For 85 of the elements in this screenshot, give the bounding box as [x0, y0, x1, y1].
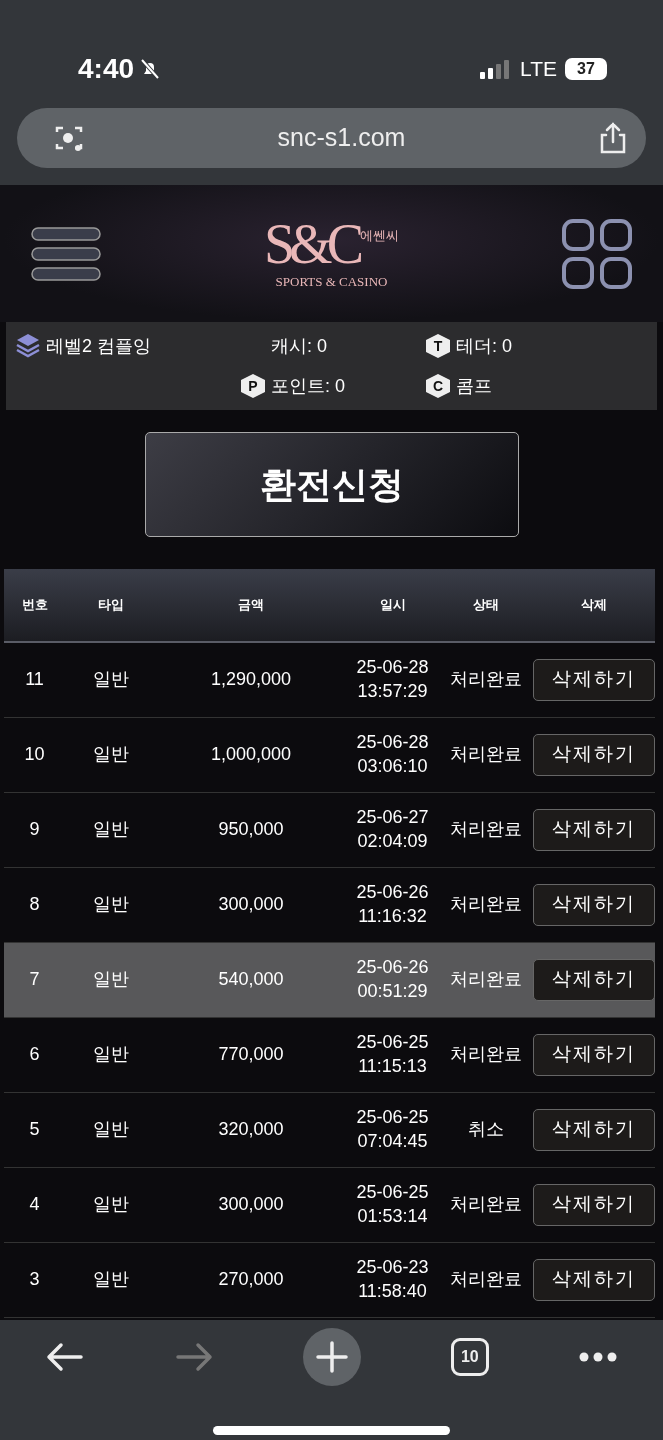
- battery-icon: 37: [565, 58, 607, 80]
- table-cell: 25-06-28 13:57:29: [345, 642, 440, 717]
- more-icon[interactable]: [578, 1350, 619, 1363]
- table-cell: 25-06-27 02:04:09: [345, 792, 440, 867]
- table-cell: 5: [4, 1092, 65, 1167]
- column-header: 삭제: [532, 569, 655, 642]
- delete-button[interactable]: 삭제하기: [533, 658, 655, 701]
- table-cell: 25-06-28 03:06:10: [345, 717, 440, 792]
- balance-label: 콤프: [456, 374, 492, 398]
- table-cell: 4: [4, 1167, 65, 1242]
- logo-tagline: SPORTS & CASINO: [275, 272, 388, 291]
- column-header: 번호: [4, 569, 65, 642]
- table-cell: 처리완료: [440, 717, 532, 792]
- delete-button[interactable]: 삭제하기: [533, 883, 655, 926]
- table-cell: 25-06-25 07:04:45: [345, 1092, 440, 1167]
- table-cell: 7: [4, 942, 65, 1017]
- table-cell: 일반: [65, 1167, 157, 1242]
- home-indicator[interactable]: [213, 1425, 450, 1435]
- delete-button[interactable]: 삭제하기: [533, 1108, 655, 1151]
- table-cell: 11: [4, 642, 65, 717]
- level-label: 레벨2 컴플잉: [46, 334, 151, 358]
- delete-button[interactable]: 삭제하기: [533, 1258, 655, 1301]
- logo-mark: S&C: [263, 215, 359, 272]
- table-cell: 950,000: [157, 792, 345, 867]
- table-cell: 1,000,000: [157, 717, 345, 792]
- column-header: 타입: [65, 569, 157, 642]
- exchange-request-button[interactable]: 환전신청: [144, 432, 519, 537]
- hexagon-badge-icon: T: [426, 334, 450, 358]
- balance-label: 포인트: 0: [271, 374, 345, 398]
- share-icon[interactable]: [598, 121, 628, 155]
- table-cell: 6: [4, 1017, 65, 1092]
- network-label: LTE: [520, 56, 557, 83]
- delete-button[interactable]: 삭제하기: [533, 808, 655, 851]
- table-cell: 8: [4, 867, 65, 942]
- table-cell: 일반: [65, 867, 157, 942]
- table-cell: 처리완료: [440, 1242, 532, 1317]
- table-cell: 처리완료: [440, 867, 532, 942]
- table-cell: 일반: [65, 642, 157, 717]
- table-cell: 25-06-25 01:53:14: [345, 1167, 440, 1242]
- table-cell: 1,290,000: [157, 642, 345, 717]
- grid-icon[interactable]: [561, 217, 633, 290]
- table-cell: 3: [4, 1242, 65, 1317]
- delete-button[interactable]: 삭제하기: [533, 733, 655, 776]
- table-cell: 25-06-23 11:58:40: [345, 1242, 440, 1317]
- table-cell: 300,000: [157, 1167, 345, 1242]
- table-cell: 처리완료: [440, 942, 532, 1017]
- table-cell: 일반: [65, 717, 157, 792]
- table-cell: 일반: [65, 1092, 157, 1167]
- table-cell: 처리완료: [440, 642, 532, 717]
- address-bar[interactable]: snc-s1.com: [17, 108, 646, 168]
- cash-label: 캐시: 0: [271, 334, 327, 358]
- new-tab-icon[interactable]: [303, 1327, 362, 1386]
- delete-button[interactable]: 삭제하기: [533, 958, 655, 1001]
- table-cell: 770,000: [157, 1017, 345, 1092]
- delete-button[interactable]: 삭제하기: [533, 1183, 655, 1226]
- hexagon-badge-icon: P: [241, 374, 265, 398]
- clock: 4:40: [78, 52, 135, 86]
- column-header: 일시: [345, 569, 440, 642]
- back-arrow-icon[interactable]: [44, 1340, 85, 1373]
- table-cell: 25-06-25 11:15:13: [345, 1017, 440, 1092]
- table-cell: 일반: [65, 942, 157, 1017]
- delete-button[interactable]: 삭제하기: [533, 1033, 655, 1076]
- table-cell: 일반: [65, 1242, 157, 1317]
- tab-count-button[interactable]: 10: [450, 1337, 489, 1376]
- table-cell: 320,000: [157, 1092, 345, 1167]
- table-cell: 540,000: [157, 942, 345, 1017]
- column-header: 금액: [157, 569, 345, 642]
- table-cell: 25-06-26 00:51:29: [345, 942, 440, 1017]
- balance-label: 테더: 0: [456, 334, 512, 358]
- table-cell: 270,000: [157, 1242, 345, 1317]
- table-cell: 취소: [440, 1092, 532, 1167]
- table-cell: 일반: [65, 792, 157, 867]
- table-cell: 처리완료: [440, 792, 532, 867]
- logo-korean: 에쎈씨: [360, 226, 400, 245]
- table-cell: 300,000: [157, 867, 345, 942]
- table-cell: 일반: [65, 1017, 157, 1092]
- table-cell: 처리완료: [440, 1017, 532, 1092]
- table-cell: 9: [4, 792, 65, 867]
- layers-icon: [16, 333, 40, 359]
- column-header: 상태: [440, 569, 532, 642]
- hexagon-badge-icon: C: [426, 374, 450, 398]
- url-text[interactable]: snc-s1.com: [277, 119, 406, 157]
- table-cell: 처리완료: [440, 1167, 532, 1242]
- table-cell: 10: [4, 717, 65, 792]
- table-cell: 25-06-26 11:16:32: [345, 867, 440, 942]
